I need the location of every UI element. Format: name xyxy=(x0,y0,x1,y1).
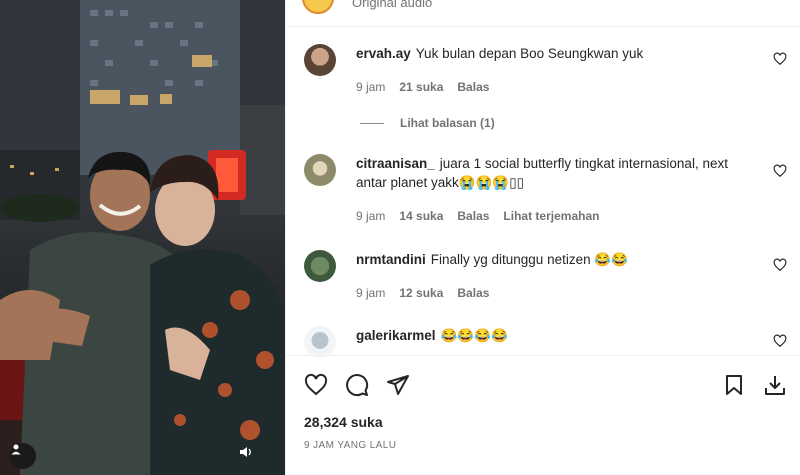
post-media[interactable] xyxy=(0,0,285,475)
comment-username[interactable]: citraanisan_ xyxy=(356,156,435,171)
speaker-icon[interactable] xyxy=(239,445,263,469)
photo-illustration xyxy=(0,0,285,475)
comment-time: 9 jam xyxy=(356,209,386,223)
share-icon[interactable] xyxy=(384,371,412,399)
comment-meta: 9 jam 12 suka Balas xyxy=(356,286,503,300)
audio-avatar[interactable] xyxy=(302,0,334,14)
reply-button[interactable]: Balas xyxy=(457,286,489,300)
section-divider xyxy=(286,355,800,356)
comment-content: 😂😂😂😂 xyxy=(440,328,508,343)
reply-button[interactable]: Balas xyxy=(457,209,489,223)
comment-username[interactable]: nrmtandini xyxy=(356,252,426,267)
comment-content: Finally yg ditunggu netizen 😂😂 xyxy=(430,252,628,267)
bookmark-icon[interactable] xyxy=(720,371,748,399)
comments-panel: Original audio ervah.ay Yuk bulan depan B… xyxy=(285,0,800,475)
comment-likes[interactable]: 12 suka xyxy=(399,286,443,300)
heart-icon[interactable] xyxy=(773,164,787,178)
comment-likes[interactable]: 14 suka xyxy=(399,209,443,223)
action-bar xyxy=(286,365,800,405)
translate-button[interactable]: Lihat terjemahan xyxy=(503,209,599,223)
download-icon[interactable] xyxy=(761,371,789,399)
comment-text: ervah.ay Yuk bulan depan Boo Seungkwan yu… xyxy=(356,44,761,63)
comment-time: 9 jam xyxy=(356,286,386,300)
avatar[interactable] xyxy=(304,154,336,186)
comment-content: Yuk bulan depan Boo Seungkwan yuk xyxy=(415,46,644,61)
comment-text: galerikarmel 😂😂😂😂 xyxy=(356,326,761,345)
heart-icon[interactable] xyxy=(773,258,787,272)
replies-divider xyxy=(360,122,384,124)
comment-text: citraanisan_ juara 1 social butterfly tin… xyxy=(356,154,761,192)
reply-button[interactable]: Balas xyxy=(457,80,489,94)
comment-username[interactable]: galerikarmel xyxy=(356,328,436,343)
comment-meta: 9 jam 14 suka Balas Lihat terjemahan xyxy=(356,209,613,223)
avatar[interactable] xyxy=(304,44,336,76)
audio-row[interactable]: Original audio xyxy=(286,0,800,27)
comment-likes[interactable]: 21 suka xyxy=(399,80,443,94)
comment-username[interactable]: ervah.ay xyxy=(356,46,411,61)
view-replies-label[interactable]: Lihat balasan (1) xyxy=(400,116,495,130)
audio-label[interactable]: Original audio xyxy=(352,0,432,10)
avatar[interactable] xyxy=(304,250,336,282)
user-tag-icon[interactable] xyxy=(10,443,36,469)
comment-icon[interactable] xyxy=(343,371,371,399)
comment-time: 9 jam xyxy=(356,80,386,94)
heart-icon[interactable] xyxy=(773,334,787,348)
heart-icon[interactable] xyxy=(302,371,330,399)
post-timestamp: 9 JAM YANG LALU xyxy=(304,440,397,451)
heart-icon[interactable] xyxy=(773,52,787,66)
comment-text: nrmtandini Finally yg ditunggu netizen 😂😂 xyxy=(356,250,761,269)
comment-meta: 9 jam 21 suka Balas xyxy=(356,80,503,94)
avatar[interactable] xyxy=(304,326,336,358)
view-replies-button[interactable]: Lihat balasan (1) xyxy=(360,116,495,130)
likes-count[interactable]: 28,324 suka xyxy=(304,414,383,430)
